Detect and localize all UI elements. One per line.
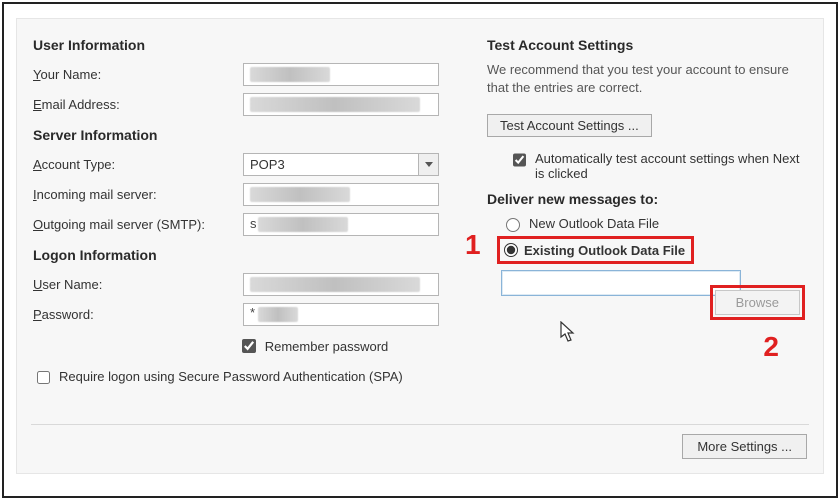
left-column: User Information Your Name: Email Addres… <box>33 33 463 387</box>
more-settings-button[interactable]: More Settings ... <box>682 434 807 459</box>
user-information-heading: User Information <box>33 37 463 53</box>
existing-data-file-highlight: Existing Outlook Data File <box>497 236 694 264</box>
right-column: Test Account Settings We recommend that … <box>487 33 807 387</box>
account-settings-panel: User Information Your Name: Email Addres… <box>16 18 824 474</box>
account-type-select[interactable]: POP3 <box>243 153 439 176</box>
deliver-to-heading: Deliver new messages to: <box>487 191 807 207</box>
data-file-path-input[interactable] <box>501 270 741 296</box>
username-row: User Name: <box>33 271 463 297</box>
your-name-input[interactable] <box>243 63 439 86</box>
email-input[interactable] <box>243 93 439 116</box>
auto-test-checkbox[interactable] <box>513 153 526 167</box>
existing-data-file-label: Existing Outlook Data File <box>524 243 685 258</box>
test-account-settings-button[interactable]: Test Account Settings ... <box>487 114 652 137</box>
password-row: Password: * <box>33 301 463 327</box>
annotation-number-2: 2 <box>763 331 779 363</box>
remember-password-checkbox[interactable]: Remember password <box>238 336 389 356</box>
outgoing-server-label: Outgoing mail server (SMTP): <box>33 217 243 232</box>
outgoing-server-row: Outgoing mail server (SMTP): s <box>33 211 463 237</box>
password-input[interactable]: * <box>243 303 439 326</box>
test-account-heading: Test Account Settings <box>487 37 807 53</box>
logon-information-heading: Logon Information <box>33 247 463 263</box>
window-frame: User Information Your Name: Email Addres… <box>2 2 838 498</box>
account-type-row: Account Type: POP3 <box>33 151 463 177</box>
incoming-server-row: Incoming mail server: <box>33 181 463 207</box>
spa-row: Require logon using Secure Password Auth… <box>33 369 413 387</box>
username-input[interactable] <box>243 273 439 296</box>
server-information-heading: Server Information <box>33 127 463 143</box>
test-account-description: We recommend that you test your account … <box>487 61 807 96</box>
chevron-down-icon <box>425 162 433 167</box>
new-data-file-radio[interactable] <box>506 218 520 232</box>
outgoing-server-input[interactable]: s <box>243 213 439 236</box>
username-label: User Name: <box>33 277 243 292</box>
email-label: Email Address: <box>33 97 243 112</box>
browse-button-highlight: Browse <box>710 285 805 320</box>
spa-label: Require logon using Secure Password Auth… <box>59 369 403 386</box>
incoming-server-label: Incoming mail server: <box>33 187 243 202</box>
browse-button[interactable]: Browse <box>715 290 800 315</box>
password-label: Password: <box>33 307 243 322</box>
divider <box>31 424 809 425</box>
remember-password-label: Remember password <box>265 339 389 354</box>
remember-password-checkbox-input[interactable] <box>242 339 256 353</box>
your-name-row: Your Name: <box>33 61 463 87</box>
your-name-label: Your Name: <box>33 67 243 82</box>
annotation-number-1: 1 <box>465 229 481 261</box>
new-data-file-radio-row: New Outlook Data File <box>501 215 807 232</box>
existing-data-file-radio[interactable] <box>504 243 518 257</box>
account-type-label: Account Type: <box>33 157 243 172</box>
incoming-server-input[interactable] <box>243 183 439 206</box>
account-type-value: POP3 <box>250 157 285 172</box>
spa-checkbox[interactable] <box>37 371 50 384</box>
cursor-icon <box>559 321 577 343</box>
auto-test-label: Automatically test account settings when… <box>535 151 807 181</box>
account-type-dropdown-button[interactable] <box>418 154 438 175</box>
new-data-file-label: New Outlook Data File <box>529 216 659 231</box>
email-row: Email Address: <box>33 91 463 117</box>
